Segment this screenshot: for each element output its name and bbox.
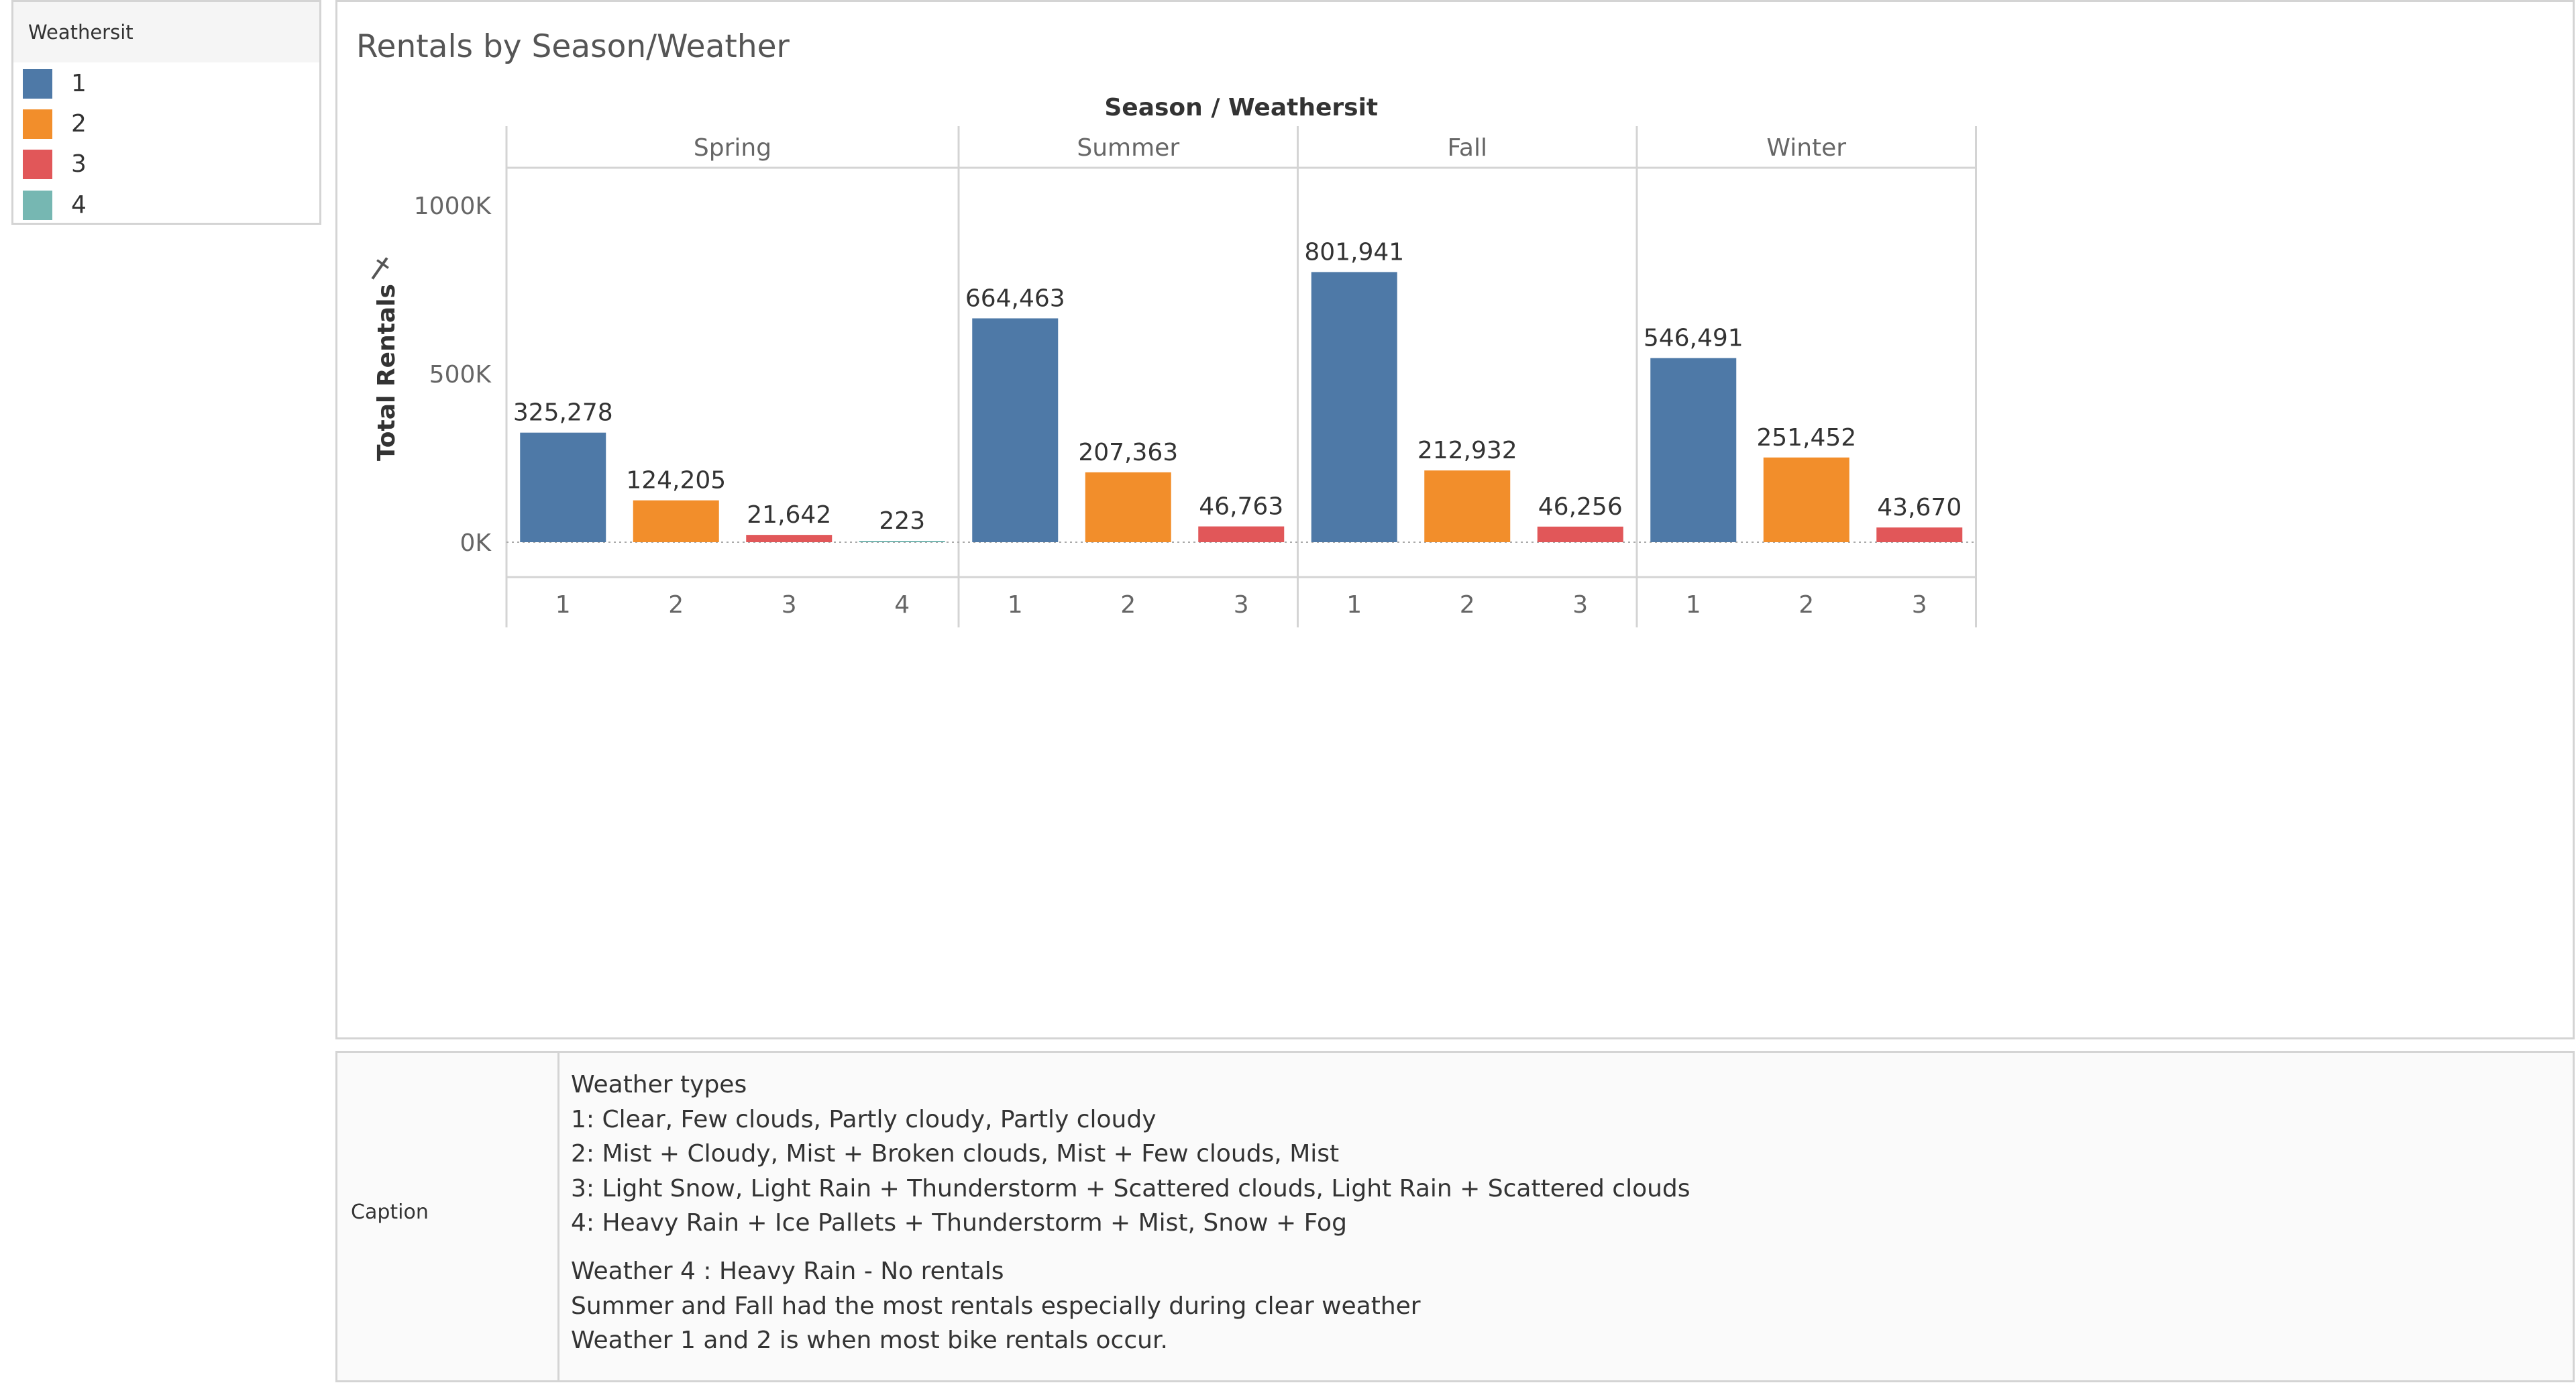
caption-gap <box>571 1241 1690 1254</box>
bar-winter-3 <box>1876 527 1963 542</box>
x-tick-label: 1 <box>1346 591 1362 619</box>
season-header-fall: Fall <box>1448 134 1487 162</box>
bar-value-label: 223 <box>879 507 925 535</box>
bar-value-label: 251,452 <box>1756 424 1856 452</box>
bar-chart: Season / Weathersit Spring Summer Fall Winte… <box>364 94 1977 627</box>
bar-spring-3 <box>746 535 833 542</box>
x-tick-label: 3 <box>782 591 797 619</box>
bar-value-label: 21,642 <box>747 501 831 529</box>
x-tick-label: 2 <box>1799 591 1814 619</box>
bar-value-label: 546,491 <box>1644 325 1743 352</box>
x-tick-label: 3 <box>1572 591 1588 619</box>
bar-value-label: 124,205 <box>626 467 726 495</box>
bar-fall-1 <box>1311 272 1397 542</box>
bar-value-label: 801,941 <box>1304 238 1404 266</box>
column-header-title: Season / Weathersit <box>1104 94 1378 121</box>
caption-text: Weather types 1: Clear, Few clouds, Part… <box>571 1068 1690 1358</box>
y-tick-label: 500K <box>429 361 492 389</box>
bar-value-label: 46,256 <box>1538 493 1623 521</box>
x-tick-label: 2 <box>1460 591 1475 619</box>
x-tick-label: 3 <box>1912 591 1927 619</box>
caption-line: 2: Mist + Cloudy, Mist + Broken clouds, … <box>571 1140 1340 1168</box>
bar-value-label: 207,363 <box>1078 439 1178 466</box>
bar-winter-1 <box>1650 358 1737 542</box>
bar-fall-3 <box>1537 526 1623 542</box>
bar-value-label: 43,670 <box>1877 494 1962 521</box>
y-tick-label: 1000K <box>414 193 492 220</box>
bar-value-label: 212,932 <box>1417 437 1517 464</box>
season-header-summer: Summer <box>1077 134 1179 162</box>
bar-value-label: 325,278 <box>513 399 613 427</box>
season-header-winter: Winter <box>1766 134 1846 162</box>
season-header-spring: Spring <box>694 134 771 162</box>
caption-line: 4: Heavy Rain + Ice Pallets + Thundersto… <box>571 1209 1347 1237</box>
bar-fall-2 <box>1424 470 1511 542</box>
caption-line: Weather types <box>571 1071 747 1098</box>
bar-spring-1 <box>520 432 606 542</box>
x-tick-label: 4 <box>894 591 910 619</box>
caption-note: Weather 4 : Heavy Rain - No rentals <box>571 1257 1004 1285</box>
bar-summer-1 <box>972 318 1059 542</box>
caption-label: Caption <box>351 1200 429 1224</box>
x-tick-label: 2 <box>668 591 684 619</box>
caption-line: 1: Clear, Few clouds, Partly cloudy, Par… <box>571 1105 1157 1133</box>
caption-divider <box>557 1053 559 1380</box>
x-tick-label: 3 <box>1234 591 1249 619</box>
bar-spring-2 <box>633 500 719 542</box>
pin-icon: † <box>364 248 397 287</box>
caption-note: Summer and Fall had the most rentals esp… <box>571 1292 1421 1320</box>
bar-value-label: 46,763 <box>1199 493 1283 521</box>
caption-panel: Caption Weather types 1: Clear, Few clou… <box>335 1051 2575 1382</box>
bar-summer-3 <box>1198 526 1285 542</box>
caption-note: Weather 1 and 2 is when most bike rental… <box>571 1327 1168 1355</box>
y-axis-label: Total Rentals <box>373 284 400 461</box>
bar-value-label: 664,463 <box>965 285 1065 312</box>
x-tick-label: 2 <box>1120 591 1136 619</box>
bar-winter-2 <box>1763 457 1849 542</box>
y-tick-label: 0K <box>460 529 492 557</box>
x-tick-label: 1 <box>1686 591 1701 619</box>
caption-line: 3: Light Snow, Light Rain + Thunderstorm… <box>571 1174 1690 1202</box>
x-tick-label: 1 <box>555 591 571 619</box>
bar-summer-2 <box>1085 472 1171 542</box>
bar-spring-4 <box>859 541 945 542</box>
x-tick-label: 1 <box>1008 591 1023 619</box>
